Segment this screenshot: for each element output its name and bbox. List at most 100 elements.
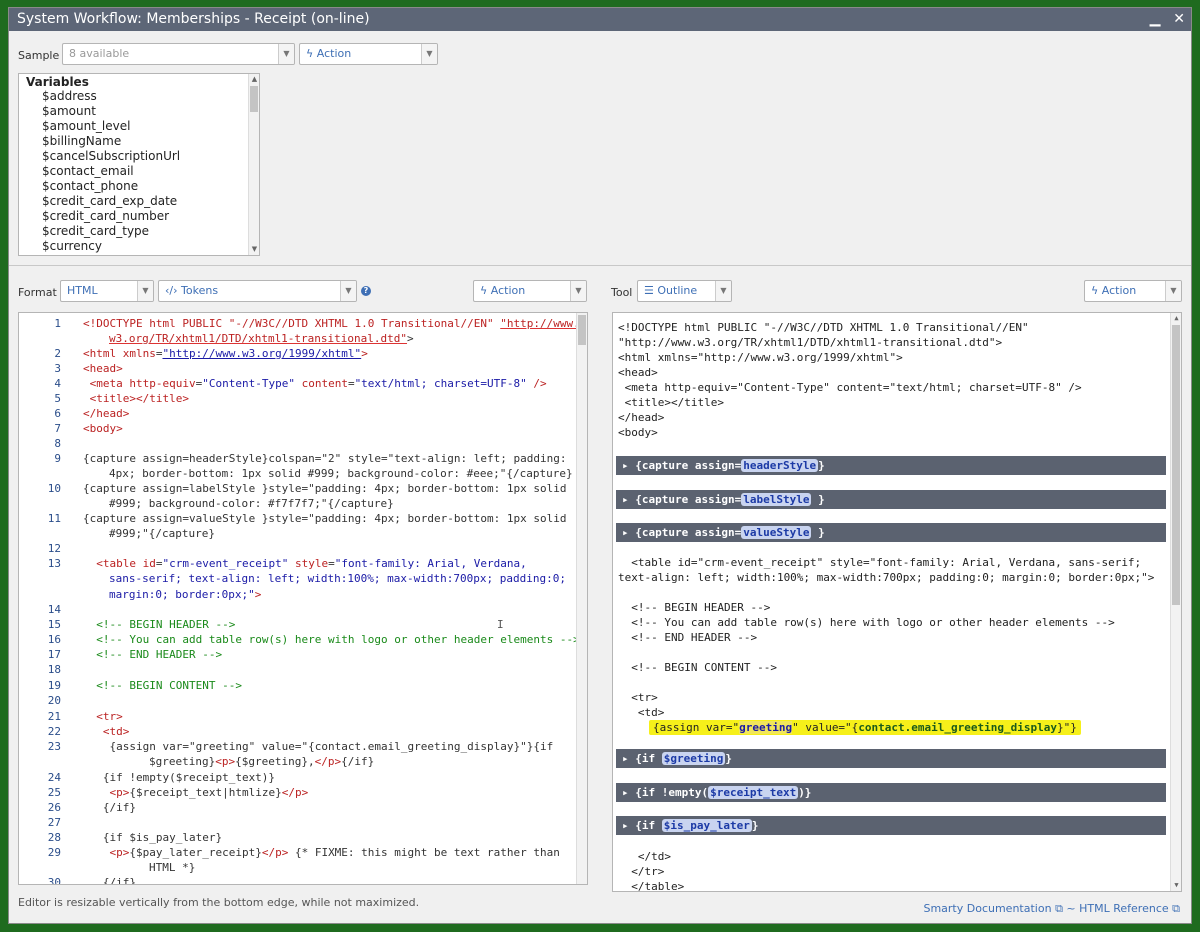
help-icon[interactable]: ? xyxy=(361,286,371,296)
code-line: $greeting}<p>{$greeting},</p>{/if} xyxy=(149,755,375,768)
variable-item[interactable]: $currency xyxy=(19,239,259,254)
variable-item[interactable]: $credit_card_number xyxy=(19,209,259,224)
outline-block-value-style[interactable]: ▸ {capture assign= valueStyle } xyxy=(616,523,1166,542)
outline-block-label-style[interactable]: ▸ {capture assign= labelStyle } xyxy=(616,490,1166,509)
bolt-icon: ϟ xyxy=(480,284,488,297)
variable-item[interactable]: $billingName xyxy=(19,134,259,149)
line-number: 26 xyxy=(47,801,61,814)
line-number: 3 xyxy=(54,362,61,375)
dialog-title: System Workflow: Memberships - Receipt (… xyxy=(17,11,370,27)
code-line: {capture assign=headerStyle}colspan="2" … xyxy=(83,452,567,465)
code-line: {capture assign=labelStyle }style="paddi… xyxy=(83,482,567,495)
scroll-down-icon[interactable]: ▼ xyxy=(249,244,259,255)
scroll-up-icon[interactable]: ▲ xyxy=(249,74,259,85)
line-number: 19 xyxy=(47,679,61,692)
code-line: <td> xyxy=(102,725,130,738)
variable-item[interactable]: $credit_card_exp_date xyxy=(19,194,259,209)
editor-scrollbar[interactable] xyxy=(576,313,587,884)
outline-text: text-align: left; width:100%; max-width:… xyxy=(618,571,1155,584)
code-line: <!DOCTYPE html PUBLIC "-//W3C//DTD XHTML… xyxy=(83,317,580,330)
line-number: 22 xyxy=(47,725,61,738)
line-number: 13 xyxy=(47,557,61,570)
text-cursor-icon: I xyxy=(497,618,504,631)
tokens-select[interactable]: ‹/› Tokens ▼ xyxy=(158,280,357,302)
format-select[interactable]: HTML ▼ xyxy=(60,280,154,302)
line-number: 20 xyxy=(47,694,61,707)
tool-select-value: Outline xyxy=(657,284,698,297)
outline-text: <title></title> xyxy=(618,396,724,409)
format-label: Format xyxy=(18,286,57,299)
scroll-thumb[interactable] xyxy=(578,315,586,345)
outline-block-if-greeting[interactable]: ▸ {if $greeting} xyxy=(616,749,1166,768)
code-line: {capture assign=valueStyle }style="paddi… xyxy=(83,512,567,525)
code-icon: ‹/› xyxy=(165,284,178,297)
line-number: 16 xyxy=(47,633,61,646)
chevron-down-icon: ▼ xyxy=(421,44,437,64)
variable-item[interactable]: $amount_level xyxy=(19,119,259,134)
close-icon[interactable]: ✕ xyxy=(1173,11,1185,27)
line-number: 7 xyxy=(54,422,61,435)
line-number: 8 xyxy=(54,437,61,450)
minimize-icon[interactable]: ▁ xyxy=(1150,11,1161,27)
html-reference-link[interactable]: HTML Reference xyxy=(1079,902,1169,915)
line-number: 14 xyxy=(47,603,61,616)
outline-text: </table> xyxy=(618,880,685,892)
chevron-down-icon: ▼ xyxy=(715,281,731,301)
line-number: 11 xyxy=(47,512,61,525)
outline-text: <body> xyxy=(618,426,658,439)
chevron-down-icon: ▼ xyxy=(1165,281,1181,301)
code-editor[interactable]: 1 2 3 4 5 6 7 8 9 10 11 12 13 14 15 16 1… xyxy=(18,312,588,885)
scroll-down-icon[interactable]: ▼ xyxy=(1171,880,1181,891)
footer-links: Smarty Documentation ⧉ ~ HTML Reference … xyxy=(923,902,1180,916)
variable-item[interactable]: $contact_email xyxy=(19,164,259,179)
line-number: 24 xyxy=(47,771,61,784)
outline-assign-highlight[interactable]: {assign var="greeting" value="{contact.e… xyxy=(649,720,1081,735)
code-line: HTML *} xyxy=(149,861,196,874)
line-number: 21 xyxy=(47,710,61,723)
variable-item[interactable]: $address xyxy=(19,89,259,104)
variables-list[interactable]: Variables $address $amount $amount_level… xyxy=(18,73,260,256)
tool-label: Tool xyxy=(611,286,633,299)
variable-item[interactable]: $contact_phone xyxy=(19,179,259,194)
line-number: 18 xyxy=(47,663,61,676)
sample-select-value: 8 available xyxy=(69,47,130,60)
outline-view[interactable]: <!DOCTYPE html PUBLIC "-//W3C//DTD XHTML… xyxy=(612,312,1182,892)
sample-select[interactable]: 8 available ▼ xyxy=(62,43,295,65)
outline-text: <tr> xyxy=(618,691,658,704)
sample-action-select[interactable]: ϟ Action ▼ xyxy=(299,43,438,65)
smarty-docs-link[interactable]: Smarty Documentation xyxy=(923,902,1051,915)
outline-scrollbar[interactable]: ▲ ▼ xyxy=(1170,313,1181,891)
line-number: 30 xyxy=(47,876,61,885)
code-line: <meta http-equiv="Content-Type" content=… xyxy=(89,377,547,390)
line-number: 5 xyxy=(54,392,61,405)
outline-block-if-pay-later[interactable]: ▸ {if $is_pay_later} xyxy=(616,816,1166,835)
resize-hint: Editor is resizable vertically from the … xyxy=(18,896,420,909)
outline-text: <td> xyxy=(618,706,665,719)
chevron-down-icon: ▼ xyxy=(340,281,356,301)
outline-text: </head> xyxy=(618,411,665,424)
variable-item[interactable]: $credit_card_type xyxy=(19,224,259,239)
line-number: 23 xyxy=(47,740,61,753)
format-select-value: HTML xyxy=(67,284,98,297)
code-line: <table id="crm-event_receipt" style="fon… xyxy=(96,557,527,570)
tool-action-label: Action xyxy=(1101,284,1137,297)
line-number: 28 xyxy=(47,831,61,844)
code-line: #999;"{/capture} xyxy=(109,527,215,540)
dialog-titlebar: System Workflow: Memberships - Receipt (… xyxy=(9,8,1191,31)
workflow-dialog: System Workflow: Memberships - Receipt (… xyxy=(8,7,1192,924)
variables-scrollbar[interactable]: ▲ ▼ xyxy=(248,74,259,255)
outline-text: <!-- BEGIN HEADER --> xyxy=(618,601,771,614)
scroll-thumb[interactable] xyxy=(1172,325,1180,605)
format-action-select[interactable]: ϟ Action ▼ xyxy=(473,280,587,302)
code-line: 4px; border-bottom: 1px solid #999; back… xyxy=(109,467,573,480)
code-line: <!-- You can add table row(s) here with … xyxy=(96,633,580,646)
variable-item[interactable]: $amount xyxy=(19,104,259,119)
scroll-up-icon[interactable]: ▲ xyxy=(1171,313,1181,324)
tool-select[interactable]: ☰ Outline ▼ xyxy=(637,280,732,302)
external-link-icon: ⧉ xyxy=(1055,902,1063,915)
outline-block-header-style[interactable]: ▸ {capture assign= headerStyle} xyxy=(616,456,1166,475)
scroll-thumb[interactable] xyxy=(250,86,258,112)
outline-block-if-receipt-text[interactable]: ▸ {if !empty($receipt_text)} xyxy=(616,783,1166,802)
variable-item[interactable]: $cancelSubscriptionUrl xyxy=(19,149,259,164)
tool-action-select[interactable]: ϟ Action ▼ xyxy=(1084,280,1182,302)
